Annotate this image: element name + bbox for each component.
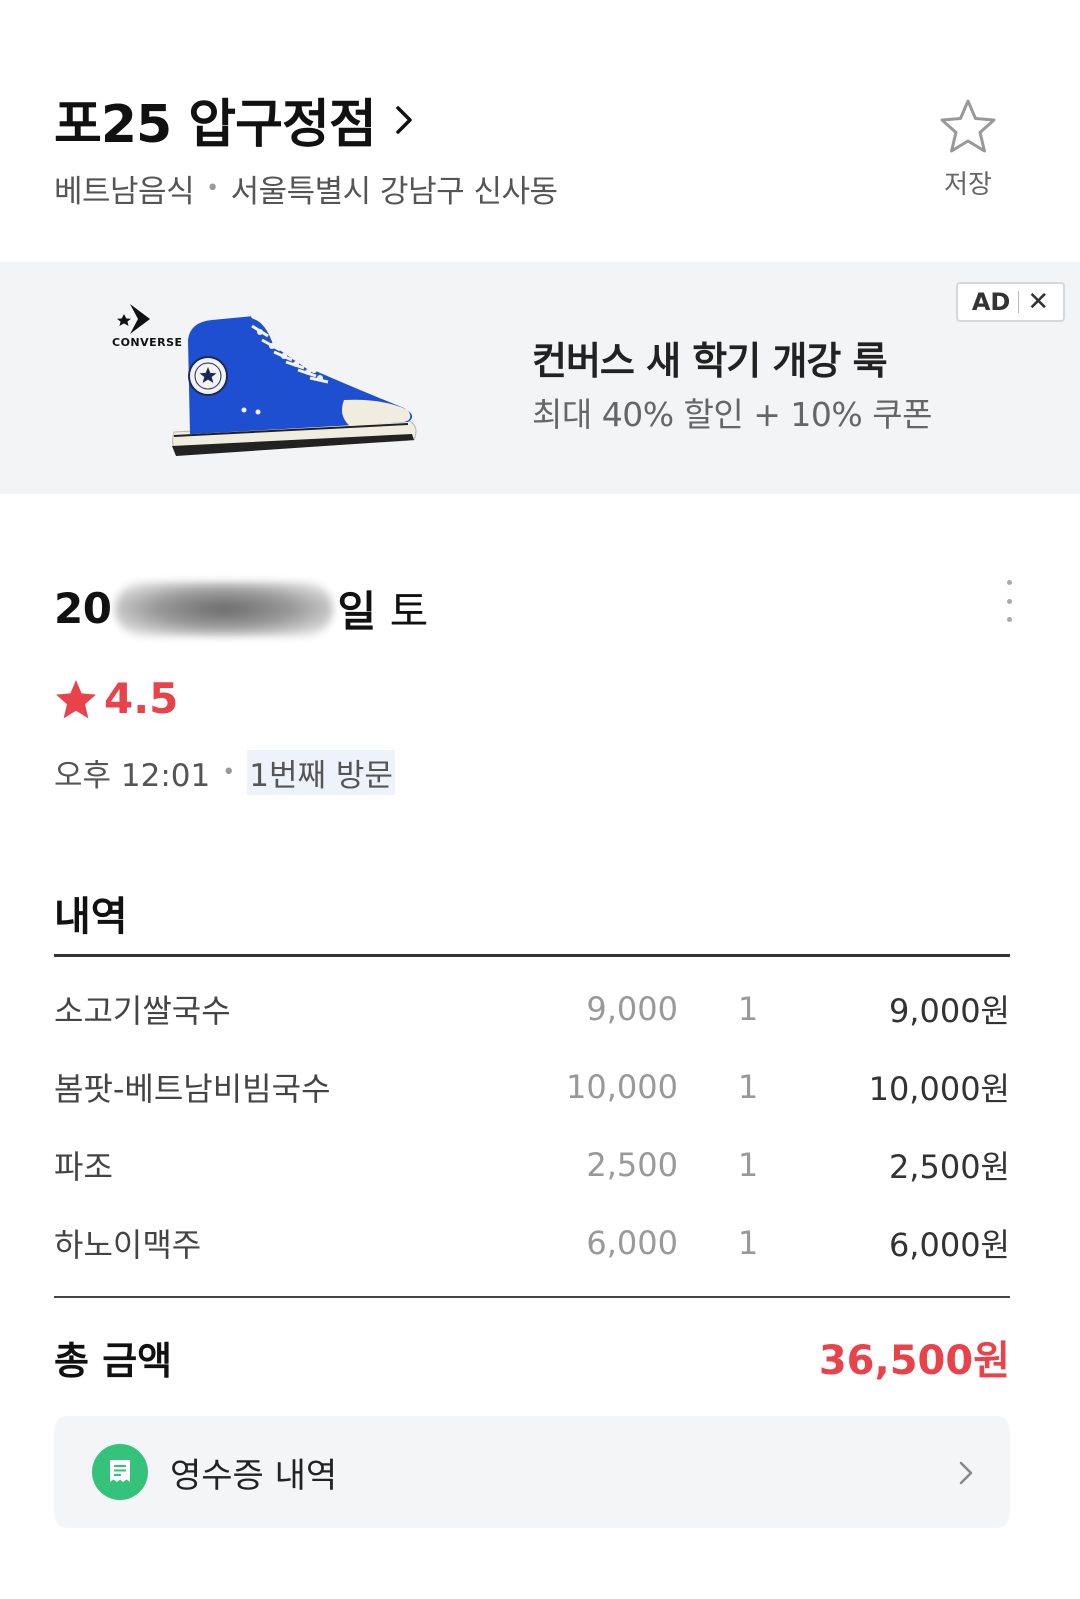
rating-value: 4.5 <box>104 674 179 723</box>
item-unit-price: 9,000 <box>586 990 678 1028</box>
order-item-row: 소고기쌀국수 9,000 1 9,000원 <box>54 970 1010 1048</box>
save-button[interactable]: 저장 <box>930 98 1006 208</box>
item-name: 소고기쌀국수 <box>54 992 231 1030</box>
item-quantity: 1 <box>737 1146 759 1184</box>
store-address: 서울특별시 강남구 신사동 <box>230 174 558 210</box>
visit-date-prefix: 20 <box>54 584 112 633</box>
receipt-icon <box>92 1444 148 1500</box>
converse-logo-mark <box>117 304 150 334</box>
item-quantity: 1 <box>737 1224 759 1262</box>
more-options-icon[interactable] <box>994 578 1024 624</box>
item-amount: 2,500원 <box>888 1148 1010 1186</box>
total-label: 총 금액 <box>54 1339 173 1383</box>
visit-time: 오후 12:01 <box>54 758 211 794</box>
item-name: 봄팟-베트남비빔국수 <box>54 1070 331 1108</box>
chevron-right-icon <box>395 105 412 134</box>
star-filled-icon <box>56 679 96 718</box>
order-item-row: 파조 2,500 1 2,500원 <box>54 1126 1010 1204</box>
ad-label: AD <box>971 288 1011 316</box>
separator-dot: • <box>206 176 219 201</box>
store-name: 포25 압구정점 <box>54 95 377 155</box>
ad-badge-divider <box>1018 291 1020 313</box>
ad-title: 컨버스 새 학기 개강 룩 <box>532 339 888 383</box>
item-unit-price: 6,000 <box>586 1224 678 1262</box>
receipt-label: 영수증 내역 <box>170 1455 338 1496</box>
visit-weekday: 토 <box>389 587 429 636</box>
order-section-title: 내역 <box>54 894 128 940</box>
ad-badge: AD ✕ <box>956 282 1065 322</box>
total-amount: 36,500원 <box>818 1338 1010 1384</box>
store-category: 베트남음식 <box>54 174 195 210</box>
visit-date-suffix: 일 <box>337 587 376 636</box>
rating: 4.5 <box>54 674 178 723</box>
order-items-list: 소고기쌀국수 9,000 1 9,000원 봄팟-베트남비빔국수 10,000 … <box>54 970 1010 1282</box>
item-name: 파조 <box>54 1148 113 1186</box>
ad-close-icon[interactable]: ✕ <box>1027 287 1049 317</box>
date-redaction-blur <box>115 581 334 636</box>
order-item-row: 봄팟-베트남비빔국수 10,000 1 10,000원 <box>54 1048 1010 1126</box>
save-label: 저장 <box>944 170 992 200</box>
item-unit-price: 10,000 <box>566 1068 678 1106</box>
item-quantity: 1 <box>737 1068 759 1106</box>
sneaker-image <box>172 313 417 456</box>
store-meta: 베트남음식 • 서울특별시 강남구 신사동 <box>54 166 558 211</box>
page: 포25 압구정점 베트남음식 • 서울특별시 강남구 신사동 저장 AD ✕ C… <box>0 0 1080 1599</box>
receipt-details-button[interactable]: 영수증 내역 <box>54 1416 1010 1528</box>
store-title-link[interactable]: 포25 압구정점 <box>54 82 418 157</box>
item-amount: 9,000원 <box>888 992 1010 1030</box>
store-header: 포25 압구정점 베트남음식 • 서울특별시 강남구 신사동 저장 <box>0 0 1080 262</box>
item-amount: 6,000원 <box>888 1226 1010 1264</box>
visit-date: 20 일 토 <box>54 578 428 639</box>
order-item-row: 하노이맥주 6,000 1 6,000원 <box>54 1204 1010 1282</box>
item-quantity: 1 <box>737 990 759 1028</box>
visit-count: 1번째 방문 <box>247 750 395 795</box>
chevron-right-icon <box>959 1461 973 1485</box>
item-unit-price: 2,500 <box>586 1146 678 1184</box>
divider <box>54 1296 1010 1298</box>
star-outline-icon <box>940 99 996 153</box>
ad-subtitle: 최대 40% 할인 + 10% 쿠폰 <box>532 395 932 434</box>
item-name: 하노이맥주 <box>54 1226 202 1264</box>
divider <box>54 954 1010 957</box>
separator-dot: • <box>222 760 236 785</box>
visit-meta: 오후 12:01 • 1번째 방문 <box>54 750 395 795</box>
item-amount: 10,000원 <box>868 1070 1010 1108</box>
